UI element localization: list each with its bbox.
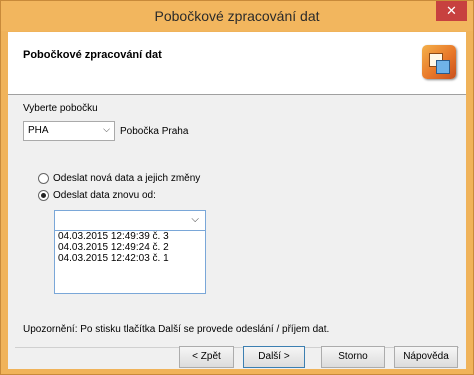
divider [15, 347, 459, 348]
chevron-down-icon: ⌵ [103, 124, 110, 134]
branch-label: Vyberte pobočku [23, 103, 98, 114]
list-item[interactable]: 04.03.2015 12:42:03 č. 1 [55, 253, 205, 264]
resend-date-list[interactable]: 04.03.2015 12:49:39 č. 3 04.03.2015 12:4… [54, 230, 206, 294]
next-button[interactable]: Další > [243, 346, 305, 368]
dialog-window: Pobočkové zpracování dat ✕ Pobočkové zpr… [0, 0, 474, 375]
list-item[interactable]: 04.03.2015 12:49:39 č. 3 [55, 231, 205, 242]
wizard-icon [422, 45, 456, 79]
chevron-down-icon: ⌵ [191, 214, 199, 225]
radio-new-data-label[interactable]: Odeslat nová data a jejich změny [53, 173, 200, 184]
close-button[interactable]: ✕ [436, 1, 467, 21]
title-bar[interactable]: Pobočkové zpracování dat ✕ [1, 1, 473, 31]
back-button[interactable]: < Zpět [179, 346, 234, 368]
radio-new-data[interactable] [38, 173, 49, 184]
cancel-button[interactable]: Storno [321, 346, 385, 368]
dialog-client-area: Pobočkové zpracování dat Vyberte pobočku… [8, 32, 466, 369]
branch-code: PHA [28, 125, 49, 136]
resend-date-select[interactable]: ⌵ [54, 210, 206, 231]
radio-resend-from[interactable] [38, 190, 49, 201]
branch-select[interactable]: PHA ⌵ [23, 121, 115, 141]
help-button[interactable]: Nápověda [394, 346, 458, 368]
branch-name: Pobočka Praha [120, 126, 189, 137]
notice-text: Upozornění: Po stisku tlačítka Další se … [23, 324, 330, 335]
radio-resend-from-label[interactable]: Odeslat data znovu od: [53, 190, 156, 201]
wizard-header: Pobočkové zpracování dat [8, 32, 466, 95]
list-item[interactable]: 04.03.2015 12:49:24 č. 2 [55, 242, 205, 253]
window-title: Pobočkové zpracování dat [154, 8, 320, 24]
header-title: Pobočkové zpracování dat [23, 49, 162, 61]
